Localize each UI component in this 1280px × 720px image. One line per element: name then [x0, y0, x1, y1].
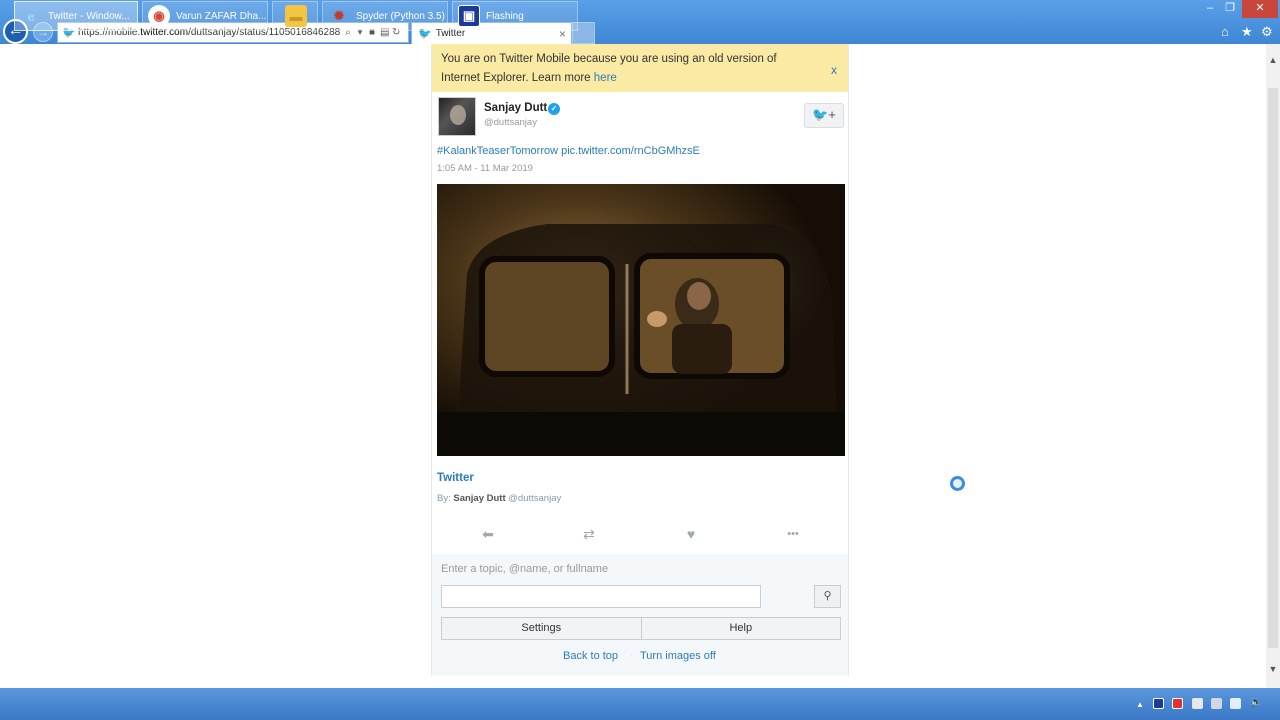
folder-icon: ▬ [285, 5, 307, 27]
reply-icon[interactable]: ⬅ [473, 526, 503, 543]
turn-images-off-link[interactable]: Turn images off [640, 650, 716, 662]
back-to-top-link[interactable]: Back to top [563, 650, 618, 662]
help-link[interactable]: Help [640, 618, 841, 639]
card-byline: By: Sanjay Dutt @duttsanjay [437, 493, 562, 504]
tray-app-icon[interactable] [1153, 698, 1164, 709]
tweet-timestamp[interactable]: 1:05 AM - 11 Mar 2019 [437, 163, 533, 174]
taskbar-label: Flashing [486, 10, 524, 22]
search-icon: ⚲ [823, 590, 832, 602]
card-title-link[interactable]: Twitter [437, 472, 474, 484]
retweet-icon[interactable]: ⇄ [574, 526, 604, 543]
car-scene-image [437, 184, 845, 456]
favorites-icon[interactable]: ★ [1241, 24, 1253, 40]
footer-separator: · [630, 650, 634, 662]
scroll-up-arrow-icon[interactable]: ▲ [1266, 55, 1280, 67]
card-author-name[interactable]: Sanjay Dutt [453, 493, 505, 504]
maximize-button[interactable]: ❐ [1220, 0, 1240, 18]
scroll-down-arrow-icon[interactable]: ▼ [1266, 664, 1280, 676]
follow-button[interactable]: 🐦+ [804, 103, 844, 128]
tray-flag-icon[interactable] [1172, 698, 1183, 709]
taskbar-item-chrome[interactable]: ◉ Varun ZAFAR Dha... [142, 1, 268, 31]
tray-action-center-icon[interactable] [1192, 698, 1203, 709]
avatar[interactable] [438, 97, 476, 136]
verified-badge-icon: ✓ [548, 103, 560, 115]
tweet-fullname[interactable]: Sanjay Dutt [484, 102, 547, 114]
taskbar-item-file-explorer[interactable]: ▬ [272, 1, 318, 31]
old-browser-notice: You are on Twitter Mobile because you ar… [432, 44, 848, 92]
tweet-photo[interactable] [437, 184, 845, 456]
taskbar-label: Spyder (Python 3.5) [356, 10, 445, 22]
taskbar-item-flashing[interactable]: ▣ Flashing [452, 1, 578, 31]
taskbar-label: Varun ZAFAR Dha... [176, 10, 267, 22]
internet-explorer-icon: e [27, 8, 35, 24]
search-button[interactable]: ⚲ [814, 585, 841, 608]
like-icon[interactable]: ♥ [676, 526, 706, 542]
minimize-button[interactable]: – [1200, 0, 1220, 18]
tools-icon[interactable]: ⚙ [1261, 24, 1273, 40]
tray-device-icon[interactable] [1211, 698, 1222, 709]
search-label: Enter a topic, @name, or fullname [441, 563, 609, 575]
twitter-mobile-page: You are on Twitter Mobile because you ar… [431, 44, 849, 676]
tweet-card: Sanjay Dutt ✓ @duttsanjay 🐦+ #KalankTeas… [432, 92, 848, 554]
more-icon[interactable]: ••• [778, 528, 808, 540]
tray-volume-icon[interactable]: 🔈 [1250, 697, 1262, 708]
tweet-actions: ⬅ ⇄ ♥ ••• [432, 518, 848, 554]
tweet-text[interactable]: #KalankTeaserTomorrow pic.twitter.com/rn… [437, 145, 700, 157]
home-icon[interactable]: ⌂ [1221, 24, 1229, 39]
notice-learn-more-link[interactable]: here [594, 72, 617, 84]
follow-plus-icon: + [828, 107, 836, 122]
tray-network-icon[interactable] [1230, 698, 1241, 709]
scrollbar-thumb[interactable] [1268, 88, 1278, 648]
tweet-username[interactable]: @duttsanjay [484, 117, 537, 128]
card-author-handle[interactable]: @duttsanjay [508, 493, 561, 504]
chrome-icon: ◉ [148, 5, 170, 27]
tray-expand-icon[interactable]: ▲ [1136, 700, 1144, 709]
settings-link[interactable]: Settings [442, 618, 641, 639]
spyder-icon: ✹ [333, 8, 345, 23]
close-window-button[interactable]: ✕ [1242, 0, 1278, 18]
windows-taskbar [0, 688, 1280, 720]
loading-cursor-icon [950, 476, 965, 491]
taskbar-item-internet-explorer[interactable]: e Twitter - Window... [14, 1, 138, 31]
settings-help-bar: Settings Help [441, 617, 841, 640]
notice-close-button[interactable]: x [831, 63, 837, 77]
bird-icon: 🐦 [812, 107, 829, 122]
search-input[interactable] [441, 585, 761, 608]
taskbar-item-spyder[interactable]: ✹ Spyder (Python 3.5) [322, 1, 448, 31]
taskbar-label: Twitter - Window... [48, 10, 130, 22]
flashing-app-icon: ▣ [458, 5, 480, 27]
